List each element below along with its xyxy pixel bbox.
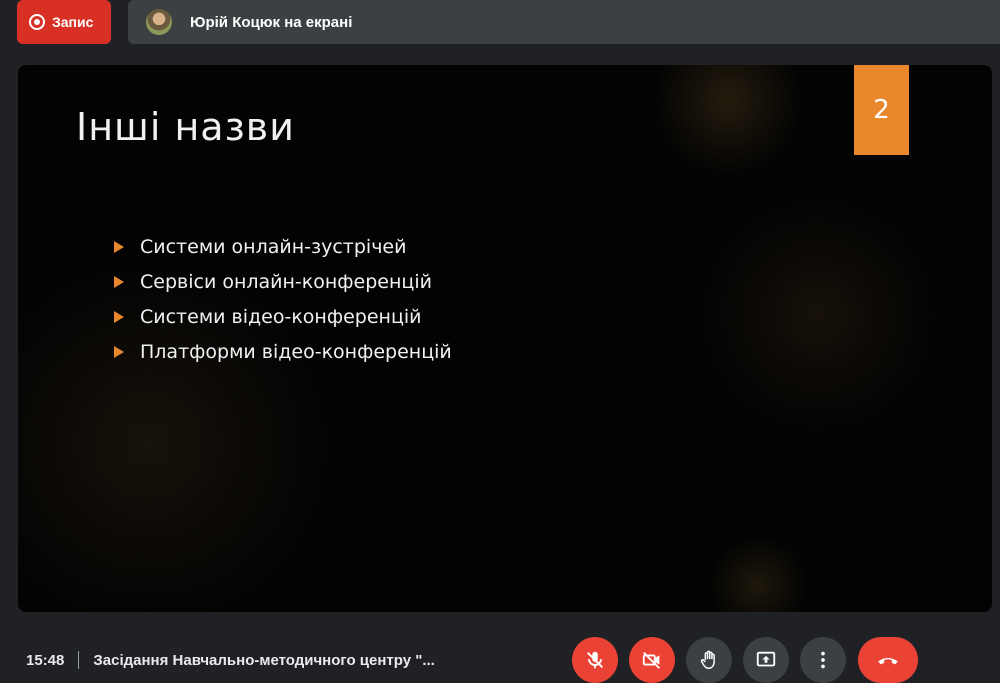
- meeting-title: Засідання Навчально-методичного центру "…: [93, 651, 435, 669]
- hang-up-button[interactable]: [858, 637, 918, 683]
- avatar: [146, 9, 172, 35]
- clock-time: 15:48: [26, 651, 65, 669]
- recording-label: Запис: [52, 14, 94, 30]
- present-screen-icon: [756, 651, 776, 667]
- bullet-text: Сервіси онлайн-конференцій: [140, 270, 432, 293]
- bullet-text: Системи онлайн-зустрічей: [140, 235, 407, 258]
- shared-screen: Інші назви 2 Системи онлайн-зустрічей Се…: [18, 65, 992, 612]
- recording-button[interactable]: Запис: [17, 0, 111, 44]
- microphone-button[interactable]: [572, 637, 618, 683]
- bokeh-light: [698, 195, 938, 435]
- bullet-arrow-icon: [114, 310, 124, 323]
- mic-off-icon: [587, 651, 603, 669]
- bullet-arrow-icon: [114, 345, 124, 358]
- list-item: Сервіси онлайн-конференцій: [114, 264, 452, 299]
- bullet-text: Системи відео-конференцій: [140, 305, 422, 328]
- bullet-text: Платформи відео-конференцій: [140, 340, 452, 363]
- divider: [78, 651, 80, 669]
- presenter-text: Юрій Коцюк на екрані: [190, 13, 353, 31]
- more-options-icon: [821, 651, 825, 669]
- bullet-arrow-icon: [114, 240, 124, 253]
- present-button[interactable]: [743, 637, 789, 683]
- more-options-button[interactable]: [800, 637, 846, 683]
- bullet-list: Системи онлайн-зустрічей Сервіси онлайн-…: [114, 229, 452, 369]
- record-icon: [29, 14, 45, 30]
- camera-button[interactable]: [629, 637, 675, 683]
- bullet-arrow-icon: [114, 275, 124, 288]
- list-item: Платформи відео-конференцій: [114, 334, 452, 369]
- camera-off-icon: [642, 652, 660, 669]
- list-item: Системи відео-конференцій: [114, 299, 452, 334]
- presenter-banner: Юрій Коцюк на екрані: [128, 0, 1000, 44]
- bokeh-light: [648, 65, 808, 175]
- slide-number: 2: [854, 65, 909, 155]
- raise-hand-button[interactable]: [686, 637, 732, 683]
- raise-hand-icon: [700, 650, 715, 669]
- meeting-details[interactable]: 15:48 Засідання Навчально-методичного це…: [26, 651, 435, 669]
- slide-title: Інші назви: [76, 105, 295, 149]
- hang-up-icon: [878, 657, 898, 665]
- control-bar: 15:48 Засідання Навчально-методичного це…: [0, 630, 1000, 683]
- list-item: Системи онлайн-зустрічей: [114, 229, 452, 264]
- bokeh-light: [708, 535, 808, 612]
